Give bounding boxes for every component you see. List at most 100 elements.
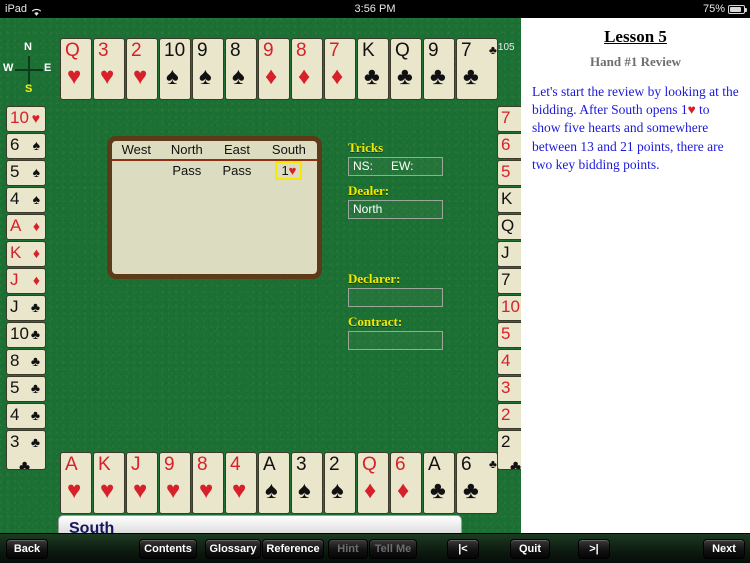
playing-card[interactable]: K ♥ (93, 452, 125, 514)
card-rank: J (10, 270, 19, 289)
playing-card[interactable]: 5 ♠ (6, 160, 46, 186)
playing-card[interactable]: 4 ♣ (6, 403, 46, 429)
card-suit-icon: ♠ (298, 477, 311, 504)
card-rank: 2 (131, 40, 142, 61)
south-hand[interactable]: A ♥ K ♥ J ♥ 9 ♥ 8 ♥ 4 ♥ A ♠ 3 ♠ 2 ♠ Q ♦ 6 ♦ A ♣ 6 ♣ ♣ (60, 452, 499, 514)
playing-card[interactable]: 3 ♠ (291, 452, 323, 514)
card-suit-icon: ♠ (232, 63, 245, 90)
playing-card[interactable]: Q ♥ (60, 38, 92, 100)
lesson-panel: Lesson 5 Hand #1 Review Let's start the … (521, 18, 750, 533)
playing-card[interactable]: 6 ♦ (390, 452, 422, 514)
playing-card[interactable]: 2 ♥ (126, 38, 158, 100)
playing-card[interactable]: 5 ♣ (6, 376, 46, 402)
toolbar-button-[interactable]: >| (578, 539, 610, 559)
card-suit-icon: ♥ (100, 63, 115, 90)
bidding-cell[interactable]: Pass (213, 160, 261, 180)
card-suit-icon: ♠ (32, 137, 40, 153)
playing-card[interactable]: 8 ♠ (225, 38, 257, 100)
declarer-label: Declarer: (348, 271, 401, 286)
current-bid[interactable]: 1♥ (275, 161, 303, 180)
card-rank: 10 (10, 108, 29, 127)
card-rank: 10 (10, 324, 29, 343)
card-suit-icon: ♥ (133, 477, 148, 504)
playing-card[interactable]: A ♠ (258, 452, 290, 514)
bidding-box[interactable]: West North East South Pass Pass 1♥ (107, 136, 322, 279)
playing-card[interactable]: A ♣ (423, 452, 455, 514)
compass-west: W (3, 62, 14, 74)
card-suit-icon: ♠ (32, 164, 40, 180)
card-suit-icon: ♣ (30, 353, 40, 369)
card-rank: 5 (501, 162, 511, 181)
playing-card[interactable]: A ♥ (60, 452, 92, 514)
card-rank: J (10, 297, 19, 316)
playing-card[interactable]: 7 ♣ ♣ (456, 38, 498, 100)
playing-card[interactable]: 6 ♣ ♣ (456, 452, 498, 514)
bidding-column-header: South (260, 141, 317, 161)
playing-card[interactable]: 6 ♠ (6, 133, 46, 159)
playing-card[interactable]: 8 ♣ (6, 349, 46, 375)
bidding-header-row: West North East South (112, 141, 317, 161)
toolbar-button-contents[interactable]: Contents (139, 539, 197, 559)
playing-card[interactable]: J ♥ (126, 452, 158, 514)
toolbar-button-[interactable]: |< (447, 539, 479, 559)
bidding-column-header: East (213, 141, 261, 161)
toolbar-button-glossary[interactable]: Glossary (205, 539, 261, 559)
compass-north: N (24, 41, 32, 53)
toolbar-button-quit[interactable]: Quit (510, 539, 550, 559)
card-rank: 7 (501, 270, 511, 289)
playing-card[interactable]: J ♦ (6, 268, 46, 294)
toolbar-button-reference[interactable]: Reference (262, 539, 324, 559)
card-suit-icon: ♣ (30, 407, 40, 423)
card-rank: 5 (10, 162, 20, 181)
playing-card[interactable]: 10 ♠ (159, 38, 191, 100)
playing-card[interactable]: K ♦ (6, 241, 46, 267)
toolbar-button-tell-me: Tell Me (369, 539, 417, 559)
card-suit-icon: ♣ (30, 326, 40, 342)
playing-card[interactable]: 7 ♦ (324, 38, 356, 100)
playing-card[interactable]: 10 ♣ (6, 322, 46, 348)
card-rank: 8 (296, 40, 307, 61)
bidding-column-header: North (160, 141, 214, 161)
playing-card[interactable]: Q ♦ (357, 452, 389, 514)
tricks-ns-label: NS: (353, 159, 374, 173)
card-suit-icon: ♥ (133, 63, 148, 90)
west-hand[interactable]: 10 ♥ 6 ♠ 5 ♠ 4 ♠ A ♦ K ♦ J ♦ J ♣ 10 ♣ 8 ♣ 5 ♣ 4 ♣ 3 ♣ ♣ (6, 106, 46, 471)
clock: 3:56 PM (354, 3, 396, 15)
bidding-row: Pass Pass 1♥ (112, 160, 317, 180)
card-rank: A (263, 454, 276, 475)
declarer-value (348, 288, 443, 307)
playing-card[interactable]: 9 ♥ (159, 452, 191, 514)
card-suit-icon: ♦ (331, 63, 344, 90)
card-suit-icon: ♠ (166, 63, 179, 90)
card-rank: 2 (501, 432, 511, 451)
playing-card[interactable]: J ♣ (6, 295, 46, 321)
playing-card[interactable]: A ♦ (6, 214, 46, 240)
playing-card[interactable]: 3 ♣ ♣ (6, 430, 46, 470)
bidding-cell[interactable]: Pass (161, 160, 214, 180)
toolbar-button-next[interactable]: Next (703, 539, 745, 559)
bidding-column-header: West (112, 141, 161, 161)
lesson-title: Lesson 5 (604, 27, 667, 46)
playing-card[interactable]: 9 ♣ (423, 38, 455, 100)
playing-card[interactable]: 8 ♥ (192, 452, 224, 514)
card-rank: 2 (501, 405, 511, 424)
toolbar-button-back[interactable]: Back (6, 539, 48, 559)
playing-card[interactable]: 10 ♥ (6, 106, 46, 132)
playing-card[interactable]: 9 ♠ (192, 38, 224, 100)
card-rank: 7 (461, 40, 472, 61)
playing-card[interactable]: 4 ♠ (6, 187, 46, 213)
card-rank: K (362, 40, 375, 61)
playing-card[interactable]: 8 ♦ (291, 38, 323, 100)
playing-card[interactable]: 2 ♠ (324, 452, 356, 514)
playing-card[interactable]: K ♣ (357, 38, 389, 100)
contract-value (348, 331, 443, 350)
north-hand[interactable]: Q ♥ 3 ♥ 2 ♥ 10 ♠ 9 ♠ 8 ♠ 9 ♦ 8 ♦ 7 ♦ K ♣ Q ♣ 9 ♣ 7 ♣ ♣ (60, 38, 499, 100)
bidding-cell[interactable]: 1♥ (261, 160, 317, 180)
card-suit-icon: ♠ (32, 191, 40, 207)
bidding-cell[interactable] (112, 160, 161, 180)
playing-card[interactable]: 3 ♥ (93, 38, 125, 100)
card-suit-icon: ♣ (463, 63, 479, 90)
playing-card[interactable]: 9 ♦ (258, 38, 290, 100)
playing-card[interactable]: 4 ♥ (225, 452, 257, 514)
playing-card[interactable]: Q ♣ (390, 38, 422, 100)
